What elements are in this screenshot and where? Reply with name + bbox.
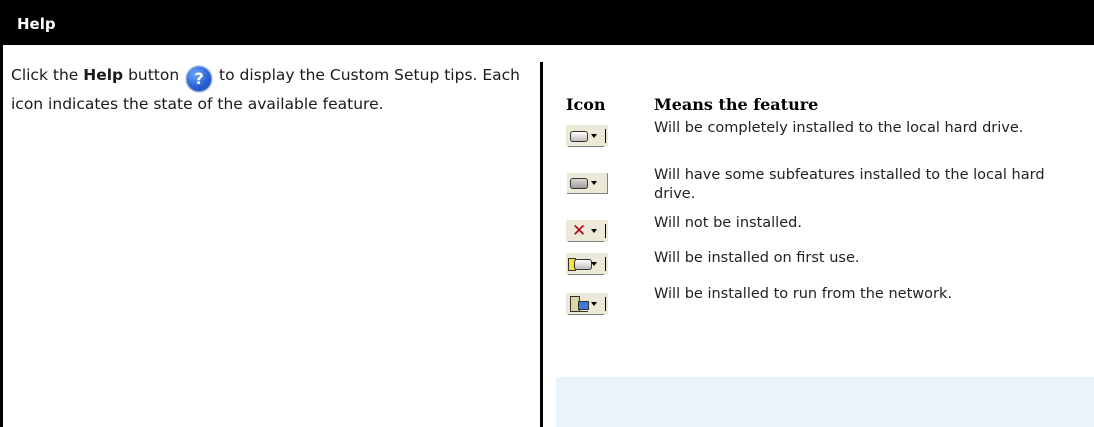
- icon-legend-panel: Icon Means the feature Will be completel…: [556, 89, 1094, 427]
- help-description: Click the Help button ? to display the C…: [11, 63, 531, 116]
- intro-middle: button: [123, 66, 185, 84]
- intro-help-bold: Help: [83, 66, 124, 84]
- install-on-first-use-icon: [566, 253, 608, 275]
- run-from-network-icon: [566, 293, 608, 315]
- column-header-meaning: Means the feature: [654, 95, 819, 114]
- legend-row-text: Will not be installed.: [654, 215, 802, 231]
- help-description-column: Click the Help button ? to display the C…: [3, 45, 537, 427]
- icon-legend-table: Icon Means the feature Will be completel…: [556, 89, 1094, 377]
- help-window: Help Click the Help button ? to display …: [0, 0, 1094, 427]
- intro-prefix: Click the: [11, 66, 84, 84]
- help-header: Help: [3, 4, 1094, 45]
- hard-drive-partial-icon: [566, 172, 608, 194]
- legend-row-text: Will be completely installed to the loca…: [654, 120, 1024, 136]
- legend-row-text: Will be installed to run from the networ…: [654, 286, 952, 302]
- header-title: Help: [17, 15, 56, 33]
- column-header-icon: Icon: [566, 95, 606, 114]
- legend-row-text: Will have some subfeatures installed to …: [654, 167, 1045, 202]
- help-question-icon: ?: [186, 66, 213, 92]
- legend-row-text: Will be installed on first use.: [654, 250, 860, 266]
- not-installed-x-icon: ✕: [566, 220, 608, 242]
- hard-drive-full-icon: [566, 125, 608, 147]
- column-divider: [540, 62, 543, 427]
